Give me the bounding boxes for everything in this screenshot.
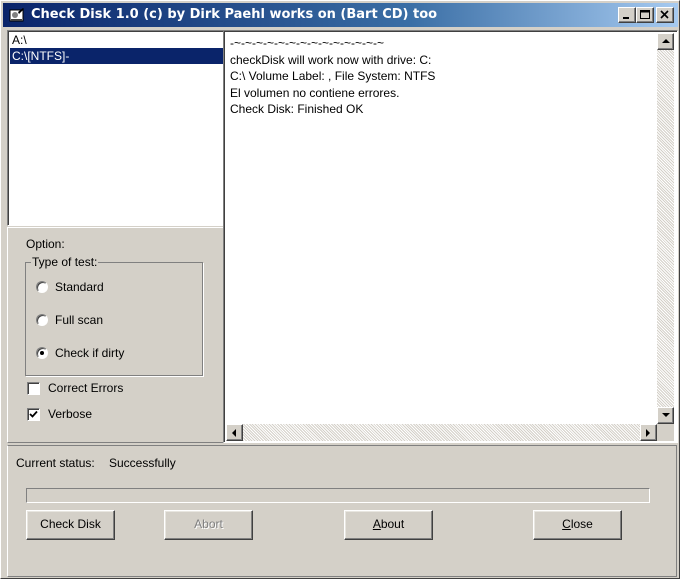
scroll-down-button[interactable] [657,407,674,424]
arrow-right-icon [646,429,650,437]
output-line: C:\ Volume Label: , File System: NTFS [230,69,436,83]
radio-standard-label: Standard [55,280,104,294]
radio-standard-button[interactable] [36,281,48,293]
options-panel: Option: Type of test: Standard Full scan… [7,227,224,443]
output-log[interactable]: -~-~-~-~-~-~-~-~-~-~-~-~-~-~ checkDisk w… [223,30,678,443]
about-label-rest: bout [380,517,405,531]
verbose-label: Verbose [48,407,93,421]
scrollbar-corner [657,424,674,441]
arrow-left-icon [232,429,236,437]
vertical-scrollbar[interactable] [657,33,674,424]
about-hotkey: A [372,517,381,531]
drive-item-c[interactable]: C:\[NTFS]- [10,48,223,64]
correct-errors-label: Correct Errors [48,381,124,395]
radio-standard[interactable]: Standard [36,279,104,295]
arrow-up-icon [662,39,670,43]
current-status-label: Current status: [16,456,95,470]
drive-item-a[interactable]: A:\ [10,32,223,48]
radio-full-scan[interactable]: Full scan [36,312,103,328]
title-bar[interactable]: Check Disk 1.0 (c) by Dirk Paehl works o… [3,3,678,27]
close-icon [660,10,669,19]
abort-button[interactable]: Abort [164,510,253,540]
radio-check-if-dirty[interactable]: Check if dirty [36,345,124,361]
verbose-checkbox-row[interactable]: Verbose [27,406,92,422]
output-lines: -~-~-~-~-~-~-~-~-~-~-~-~-~-~ checkDisk w… [230,35,650,118]
maximize-button[interactable] [636,7,654,23]
status-panel: Current status: Successfully Check Disk … [7,445,677,577]
verbose-checkbox[interactable] [27,407,40,421]
checkmark-icon [29,410,38,418]
correct-errors-checkbox-row[interactable]: Correct Errors [27,380,123,396]
output-line: Check Disk: Finished OK [230,102,364,116]
close-hotkey: C [562,517,571,531]
output-line: checkDisk will work now with drive: C: [230,52,432,67]
about-button[interactable]: About [344,510,433,540]
correct-errors-checkbox[interactable] [27,381,40,395]
main-window: Check Disk 1.0 (c) by Dirk Paehl works o… [0,0,680,579]
options-label: Option: [26,237,65,251]
current-status-value: Successfully [109,456,176,470]
minimize-icon [623,17,629,19]
minimize-button[interactable] [618,7,636,23]
scroll-right-button[interactable] [640,424,657,441]
radio-selected-dot [40,351,44,355]
scroll-up-button[interactable] [657,33,674,50]
checkdisk-app-icon [9,8,24,22]
close-label-rest: lose [570,517,593,531]
type-of-test-group: Type of test: Standard Full scan Check i… [25,255,203,376]
drive-list[interactable]: A:\ C:\[NTFS]- [7,30,224,226]
close-window-button[interactable] [656,7,674,23]
radio-full-scan-button[interactable] [36,314,48,326]
radio-check-if-dirty-label: Check if dirty [55,346,125,360]
window-title: Check Disk 1.0 (c) by Dirk Paehl works o… [31,7,438,22]
maximize-icon [640,10,650,19]
arrow-down-icon [662,413,670,417]
horizontal-scrollbar[interactable] [226,424,657,441]
output-line: El volumen no contiene errores. [230,85,400,100]
radio-full-scan-label: Full scan [55,313,104,327]
scroll-left-button[interactable] [226,424,243,441]
check-disk-button[interactable]: Check Disk [26,510,115,540]
type-of-test-label: Type of test: [31,255,99,269]
close-button[interactable]: Close [533,510,622,540]
output-line: -~-~-~-~-~-~-~-~-~-~-~-~-~-~ [230,36,385,50]
progress-bar [26,488,650,503]
radio-check-if-dirty-button[interactable] [36,347,48,359]
